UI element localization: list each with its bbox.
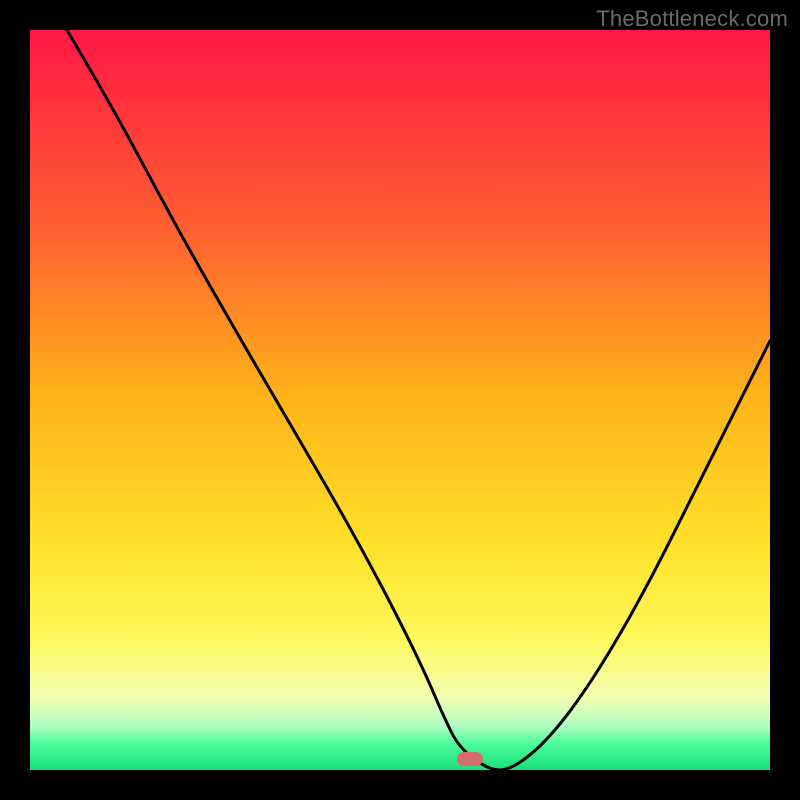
watermark-text: TheBottleneck.com: [596, 6, 788, 32]
optimum-marker: [457, 752, 483, 766]
chart-frame: TheBottleneck.com: [0, 0, 800, 800]
plot-area: [30, 30, 770, 770]
bottleneck-curve: [30, 30, 770, 770]
